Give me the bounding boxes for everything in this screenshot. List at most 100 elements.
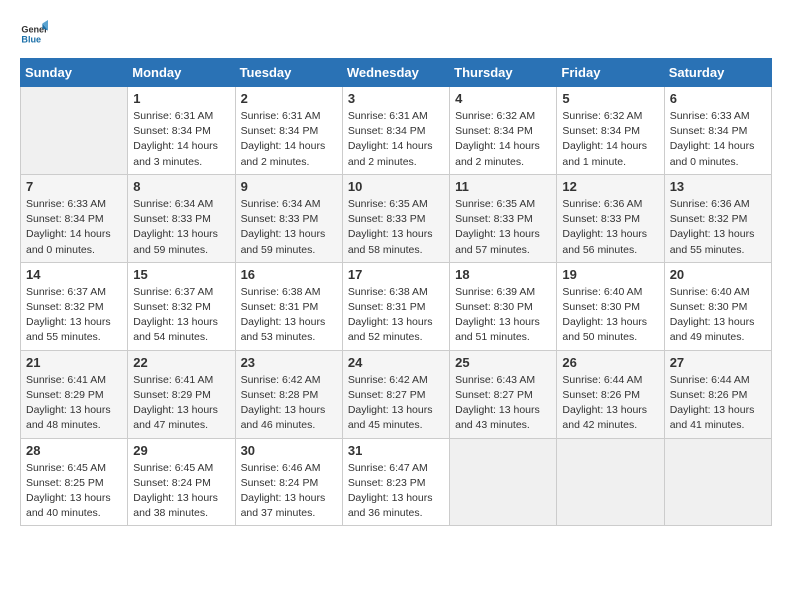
calendar-cell: 19 Sunrise: 6:40 AM Sunset: 8:30 PM Dayli…	[557, 262, 664, 350]
day-header-saturday: Saturday	[664, 59, 771, 87]
day-info: Sunrise: 6:41 AM Sunset: 8:29 PM Dayligh…	[26, 373, 122, 434]
day-number: 18	[455, 267, 551, 282]
day-info: Sunrise: 6:35 AM Sunset: 8:33 PM Dayligh…	[455, 197, 551, 258]
day-info: Sunrise: 6:46 AM Sunset: 8:24 PM Dayligh…	[241, 461, 337, 522]
week-row-4: 21Sunrise: 6:41 AM Sunset: 8:29 PM Dayli…	[21, 350, 772, 438]
day-info: Sunrise: 6:45 AM Sunset: 8:24 PM Dayligh…	[133, 461, 229, 522]
calendar-cell: 22 Sunrise: 6:41 AM Sunset: 8:29 PM Dayli…	[128, 350, 235, 438]
calendar-cell: 5 Sunrise: 6:32 AM Sunset: 8:34 PM Daylig…	[557, 87, 664, 175]
day-header-wednesday: Wednesday	[342, 59, 449, 87]
day-info: Sunrise: 6:45 AM Sunset: 8:25 PM Dayligh…	[26, 461, 122, 522]
header: General Blue	[20, 20, 772, 48]
day-number: 4	[455, 91, 551, 106]
calendar-cell: 14Sunrise: 6:37 AM Sunset: 8:32 PM Dayli…	[21, 262, 128, 350]
day-number: 11	[455, 179, 551, 194]
calendar-cell: 25Sunrise: 6:43 AM Sunset: 8:27 PM Dayli…	[450, 350, 557, 438]
day-number: 22	[133, 355, 229, 370]
calendar-cell: 29 Sunrise: 6:45 AM Sunset: 8:24 PM Dayli…	[128, 438, 235, 526]
calendar-cell: 20Sunrise: 6:40 AM Sunset: 8:30 PM Dayli…	[664, 262, 771, 350]
day-info: Sunrise: 6:31 AM Sunset: 8:34 PM Dayligh…	[241, 109, 337, 170]
calendar-cell: 2 Sunrise: 6:31 AM Sunset: 8:34 PM Daylig…	[235, 87, 342, 175]
day-number: 1	[133, 91, 229, 106]
day-number: 6	[670, 91, 766, 106]
day-number: 13	[670, 179, 766, 194]
day-info: Sunrise: 6:40 AM Sunset: 8:30 PM Dayligh…	[670, 285, 766, 346]
calendar-cell: 16 Sunrise: 6:38 AM Sunset: 8:31 PM Dayli…	[235, 262, 342, 350]
day-info: Sunrise: 6:44 AM Sunset: 8:26 PM Dayligh…	[562, 373, 658, 434]
day-number: 29	[133, 443, 229, 458]
week-row-2: 7 Sunrise: 6:33 AM Sunset: 8:34 PM Daylig…	[21, 174, 772, 262]
day-number: 31	[348, 443, 444, 458]
calendar-cell	[450, 438, 557, 526]
calendar-cell: 31 Sunrise: 6:47 AM Sunset: 8:23 PM Dayli…	[342, 438, 449, 526]
day-number: 3	[348, 91, 444, 106]
day-number: 10	[348, 179, 444, 194]
calendar-cell: 4 Sunrise: 6:32 AM Sunset: 8:34 PM Daylig…	[450, 87, 557, 175]
day-info: Sunrise: 6:31 AM Sunset: 8:34 PM Dayligh…	[348, 109, 444, 170]
day-info: Sunrise: 6:32 AM Sunset: 8:34 PM Dayligh…	[562, 109, 658, 170]
calendar-table: SundayMondayTuesdayWednesdayThursdayFrid…	[20, 58, 772, 526]
day-info: Sunrise: 6:34 AM Sunset: 8:33 PM Dayligh…	[133, 197, 229, 258]
day-info: Sunrise: 6:41 AM Sunset: 8:29 PM Dayligh…	[133, 373, 229, 434]
day-number: 30	[241, 443, 337, 458]
calendar-cell: 27Sunrise: 6:44 AM Sunset: 8:26 PM Dayli…	[664, 350, 771, 438]
calendar-cell: 18 Sunrise: 6:39 AM Sunset: 8:30 PM Dayli…	[450, 262, 557, 350]
calendar-cell: 24Sunrise: 6:42 AM Sunset: 8:27 PM Dayli…	[342, 350, 449, 438]
day-number: 23	[241, 355, 337, 370]
day-number: 26	[562, 355, 658, 370]
day-number: 15	[133, 267, 229, 282]
day-header-monday: Monday	[128, 59, 235, 87]
day-number: 5	[562, 91, 658, 106]
day-info: Sunrise: 6:39 AM Sunset: 8:30 PM Dayligh…	[455, 285, 551, 346]
day-number: 28	[26, 443, 122, 458]
day-info: Sunrise: 6:38 AM Sunset: 8:31 PM Dayligh…	[241, 285, 337, 346]
day-info: Sunrise: 6:35 AM Sunset: 8:33 PM Dayligh…	[348, 197, 444, 258]
calendar-cell: 8 Sunrise: 6:34 AM Sunset: 8:33 PM Daylig…	[128, 174, 235, 262]
calendar-cell: 21Sunrise: 6:41 AM Sunset: 8:29 PM Dayli…	[21, 350, 128, 438]
day-header-sunday: Sunday	[21, 59, 128, 87]
day-info: Sunrise: 6:47 AM Sunset: 8:23 PM Dayligh…	[348, 461, 444, 522]
calendar-cell: 7 Sunrise: 6:33 AM Sunset: 8:34 PM Daylig…	[21, 174, 128, 262]
day-info: Sunrise: 6:34 AM Sunset: 8:33 PM Dayligh…	[241, 197, 337, 258]
day-info: Sunrise: 6:33 AM Sunset: 8:34 PM Dayligh…	[670, 109, 766, 170]
calendar-cell: 28 Sunrise: 6:45 AM Sunset: 8:25 PM Dayli…	[21, 438, 128, 526]
day-number: 25	[455, 355, 551, 370]
calendar-cell: 26 Sunrise: 6:44 AM Sunset: 8:26 PM Dayli…	[557, 350, 664, 438]
svg-text:Blue: Blue	[21, 34, 41, 44]
calendar-cell: 17 Sunrise: 6:38 AM Sunset: 8:31 PM Dayli…	[342, 262, 449, 350]
calendar-cell: 10 Sunrise: 6:35 AM Sunset: 8:33 PM Dayli…	[342, 174, 449, 262]
calendar-cell: 30 Sunrise: 6:46 AM Sunset: 8:24 PM Dayli…	[235, 438, 342, 526]
day-number: 2	[241, 91, 337, 106]
day-number: 14	[26, 267, 122, 282]
calendar-cell: 9 Sunrise: 6:34 AM Sunset: 8:33 PM Daylig…	[235, 174, 342, 262]
day-number: 19	[562, 267, 658, 282]
week-row-1: 1 Sunrise: 6:31 AM Sunset: 8:34 PM Daylig…	[21, 87, 772, 175]
day-number: 9	[241, 179, 337, 194]
calendar-cell	[557, 438, 664, 526]
day-number: 17	[348, 267, 444, 282]
calendar-cell: 1 Sunrise: 6:31 AM Sunset: 8:34 PM Daylig…	[128, 87, 235, 175]
day-number: 12	[562, 179, 658, 194]
calendar-cell: 23Sunrise: 6:42 AM Sunset: 8:28 PM Dayli…	[235, 350, 342, 438]
day-header-friday: Friday	[557, 59, 664, 87]
day-info: Sunrise: 6:31 AM Sunset: 8:34 PM Dayligh…	[133, 109, 229, 170]
logo-icon: General Blue	[20, 20, 48, 48]
day-info: Sunrise: 6:33 AM Sunset: 8:34 PM Dayligh…	[26, 197, 122, 258]
calendar-cell: 13Sunrise: 6:36 AM Sunset: 8:32 PM Dayli…	[664, 174, 771, 262]
day-info: Sunrise: 6:38 AM Sunset: 8:31 PM Dayligh…	[348, 285, 444, 346]
day-info: Sunrise: 6:42 AM Sunset: 8:27 PM Dayligh…	[348, 373, 444, 434]
day-info: Sunrise: 6:32 AM Sunset: 8:34 PM Dayligh…	[455, 109, 551, 170]
day-number: 8	[133, 179, 229, 194]
day-info: Sunrise: 6:36 AM Sunset: 8:33 PM Dayligh…	[562, 197, 658, 258]
header-row: SundayMondayTuesdayWednesdayThursdayFrid…	[21, 59, 772, 87]
calendar-cell: 3 Sunrise: 6:31 AM Sunset: 8:34 PM Daylig…	[342, 87, 449, 175]
day-header-tuesday: Tuesday	[235, 59, 342, 87]
day-number: 16	[241, 267, 337, 282]
day-info: Sunrise: 6:40 AM Sunset: 8:30 PM Dayligh…	[562, 285, 658, 346]
calendar-cell: 6 Sunrise: 6:33 AM Sunset: 8:34 PM Daylig…	[664, 87, 771, 175]
calendar-cell: 15Sunrise: 6:37 AM Sunset: 8:32 PM Dayli…	[128, 262, 235, 350]
week-row-3: 14Sunrise: 6:37 AM Sunset: 8:32 PM Dayli…	[21, 262, 772, 350]
day-info: Sunrise: 6:44 AM Sunset: 8:26 PM Dayligh…	[670, 373, 766, 434]
calendar-cell	[21, 87, 128, 175]
day-number: 7	[26, 179, 122, 194]
